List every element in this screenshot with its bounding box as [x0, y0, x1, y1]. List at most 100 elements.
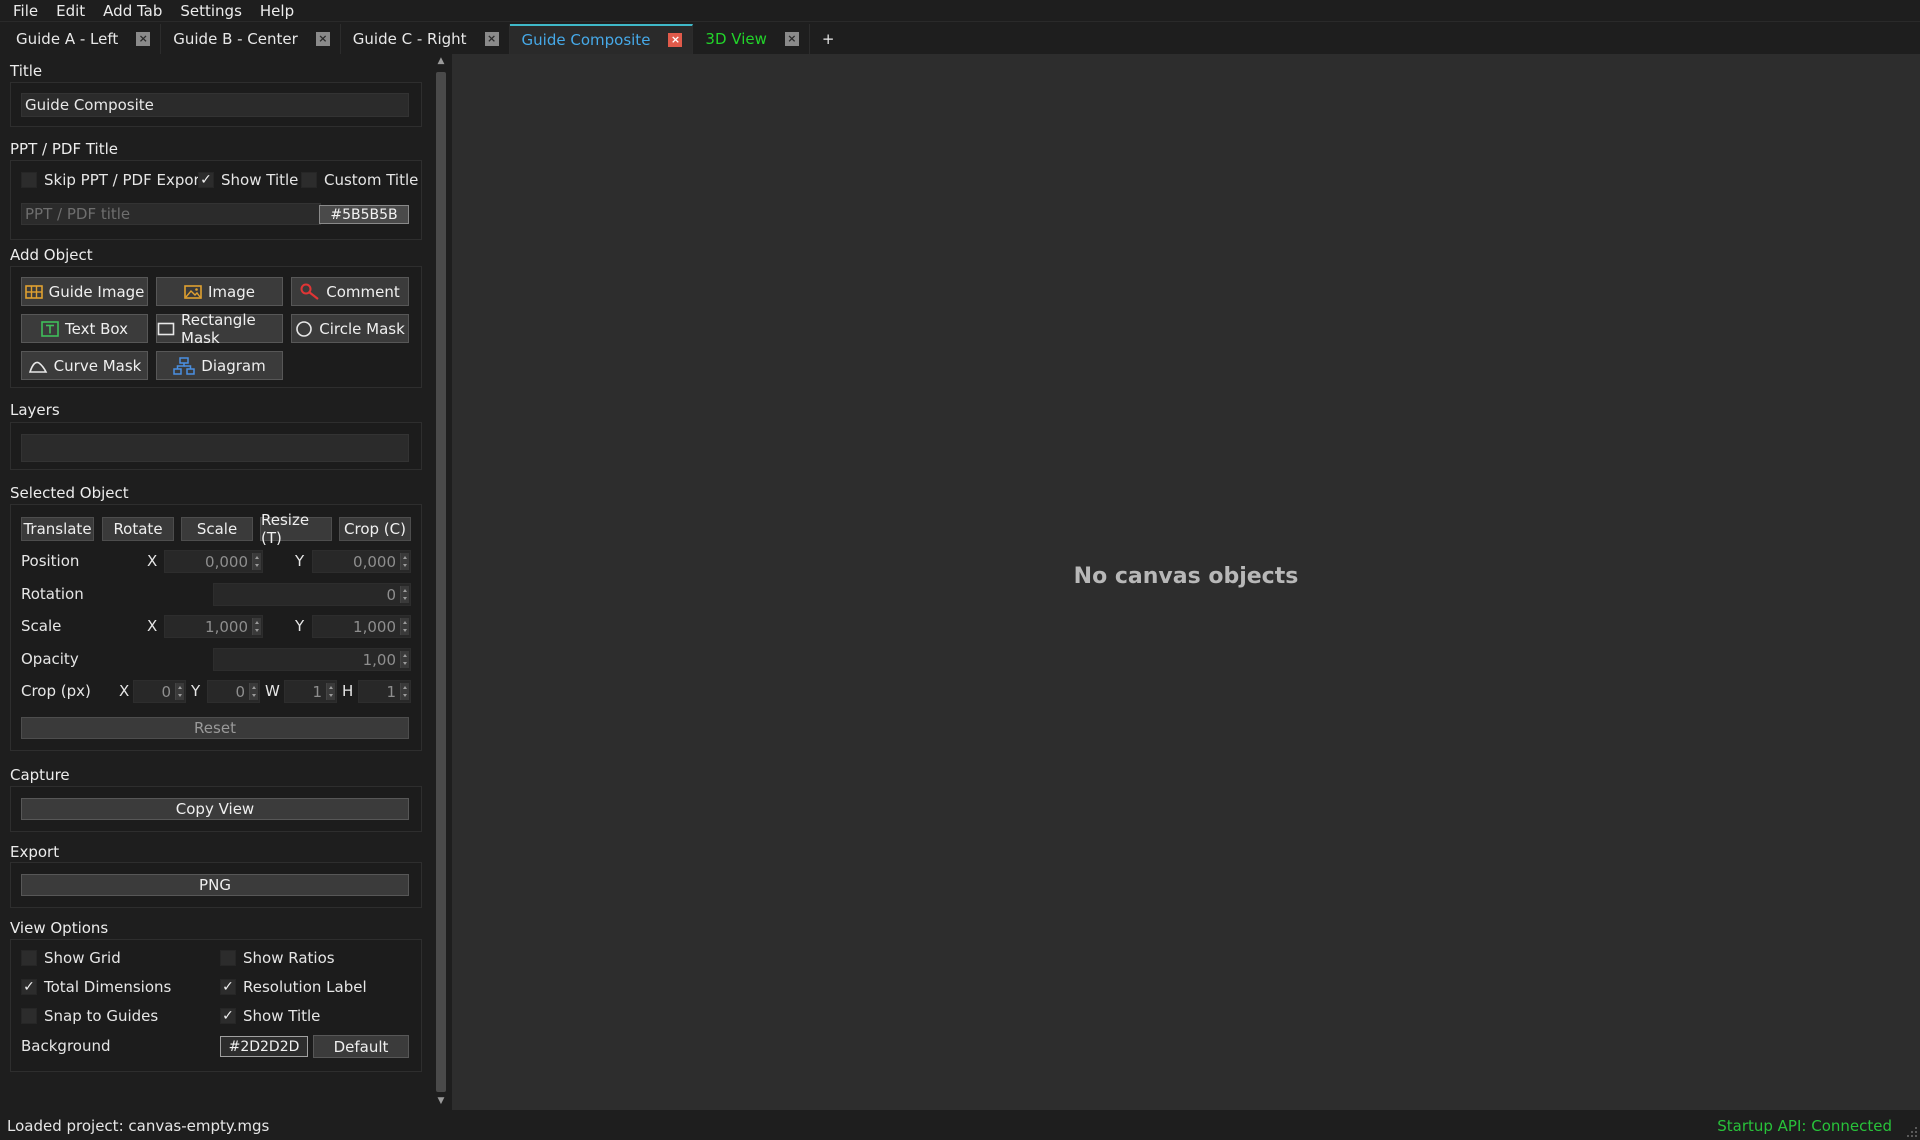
tab-label: 3D View — [705, 30, 767, 48]
axis-w-label: W — [265, 682, 280, 700]
axis-h-label: H — [342, 682, 354, 700]
menu-add-tab[interactable]: Add Tab — [94, 0, 171, 22]
position-x-input[interactable]: 0,000 — [164, 550, 263, 573]
add-diagram-button[interactable]: Diagram — [156, 351, 283, 380]
copy-view-button[interactable]: Copy View — [21, 798, 409, 820]
translate-button[interactable]: Translate — [21, 517, 94, 541]
add-comment-button[interactable]: Comment — [291, 277, 409, 306]
crop-y-input[interactable]: 0 — [207, 680, 260, 703]
add-object-section-label: Add Object — [10, 246, 93, 264]
spin-arrows-icon[interactable] — [252, 618, 261, 635]
show-title-checkbox[interactable]: ✓ Show Title — [198, 171, 298, 189]
spin-arrows-icon[interactable] — [400, 586, 409, 603]
checkbox-label: Show Title — [221, 171, 299, 189]
background-color-button[interactable]: #2D2D2D — [220, 1036, 308, 1057]
checkbox-label: Show Title — [243, 1007, 321, 1025]
crop-h-input[interactable]: 1 — [358, 680, 411, 703]
add-guide-image-button[interactable]: Guide Image — [21, 277, 148, 306]
close-icon[interactable]: × — [784, 32, 799, 46]
resolution-label-checkbox[interactable]: ✓ Resolution Label — [220, 978, 367, 996]
spin-value: 0 — [235, 682, 245, 701]
add-text-box-button[interactable]: Text Box — [21, 314, 148, 343]
spin-arrows-icon[interactable] — [400, 553, 409, 570]
resize-button[interactable]: Resize (T) — [260, 511, 332, 547]
spin-value: 0,000 — [205, 552, 248, 571]
curve-icon — [28, 359, 48, 373]
spin-arrows-icon[interactable] — [400, 683, 409, 700]
button-label: Curve Mask — [53, 356, 142, 375]
menu-edit[interactable]: Edit — [47, 0, 94, 22]
scroll-down-icon[interactable]: ▼ — [435, 1096, 447, 1108]
close-icon[interactable]: × — [484, 32, 499, 46]
button-label: Comment — [326, 282, 400, 301]
spin-arrows-icon[interactable] — [252, 553, 261, 570]
tab-guide-b[interactable]: Guide B - Center × — [161, 24, 341, 54]
skip-export-checkbox[interactable]: Skip PPT / PDF Export — [21, 171, 206, 189]
opacity-input[interactable]: 1,00 — [213, 648, 411, 671]
reset-button[interactable]: Reset — [21, 717, 409, 739]
crop-button[interactable]: Crop (C) — [339, 517, 411, 541]
button-label: Image — [208, 282, 255, 301]
view-show-title-checkbox[interactable]: ✓ Show Title — [220, 1007, 320, 1025]
menu-help[interactable]: Help — [251, 0, 303, 22]
rectangle-icon — [157, 322, 175, 336]
tab-guide-c[interactable]: Guide C - Right × — [341, 24, 510, 54]
add-image-button[interactable]: Image — [156, 277, 283, 306]
close-icon[interactable]: × — [136, 32, 151, 46]
crop-w-input[interactable]: 1 — [284, 680, 337, 703]
spin-arrows-icon[interactable] — [326, 683, 335, 700]
menu-file[interactable]: File — [4, 0, 47, 22]
resize-grip-icon[interactable] — [1904, 1124, 1918, 1138]
axis-x-label: X — [147, 617, 158, 635]
ppt-color-button[interactable]: #5B5B5B — [319, 205, 409, 224]
rotate-button[interactable]: Rotate — [102, 517, 174, 541]
close-icon[interactable]: × — [315, 32, 330, 46]
add-curve-mask-button[interactable]: Curve Mask — [21, 351, 148, 380]
spin-value: 0 — [161, 682, 171, 701]
scrollbar-thumb[interactable] — [436, 72, 446, 1092]
show-ratios-checkbox[interactable]: Show Ratios — [220, 949, 335, 967]
checkbox-box: ✓ — [220, 979, 236, 995]
add-tab-button[interactable]: + — [810, 24, 847, 54]
side-panel-scrollbar[interactable]: ▲ ▼ — [432, 54, 450, 1110]
scale-x-input[interactable]: 1,000 — [164, 615, 263, 638]
ppt-title-input[interactable]: PPT / PDF title — [21, 203, 321, 225]
scroll-up-icon[interactable]: ▲ — [435, 56, 447, 68]
export-png-button[interactable]: PNG — [21, 874, 409, 896]
rotation-input[interactable]: 0 — [213, 583, 411, 606]
spin-value: 1,00 — [362, 650, 396, 669]
title-input[interactable]: Guide Composite — [21, 93, 409, 117]
crop-x-input[interactable]: 0 — [133, 680, 186, 703]
add-rectangle-mask-button[interactable]: Rectangle Mask — [156, 311, 283, 347]
ppt-group: Skip PPT / PDF Export ✓ Show Title Custo… — [10, 160, 422, 240]
spin-arrows-icon[interactable] — [400, 651, 409, 668]
menu-settings[interactable]: Settings — [171, 0, 251, 22]
scale-y-input[interactable]: 1,000 — [312, 615, 411, 638]
status-bar: Loaded project: canvas-empty.mgs Startup… — [0, 1112, 1920, 1140]
snap-to-guides-checkbox[interactable]: Snap to Guides — [21, 1007, 158, 1025]
button-label: Text Box — [65, 319, 128, 338]
circle-icon — [295, 320, 313, 338]
ppt-section-label: PPT / PDF Title — [10, 140, 118, 158]
layers-list[interactable] — [21, 434, 409, 462]
axis-y-label: Y — [295, 552, 305, 570]
tab-guide-a[interactable]: Guide A - Left × — [4, 24, 162, 54]
spin-arrows-icon[interactable] — [400, 618, 409, 635]
position-y-input[interactable]: 0,000 — [312, 550, 411, 573]
axis-y-label: Y — [295, 617, 305, 635]
total-dimensions-checkbox[interactable]: ✓ Total Dimensions — [21, 978, 171, 996]
spin-value: 0 — [386, 585, 396, 604]
crop-label: Crop (px) — [21, 682, 91, 700]
custom-title-checkbox[interactable]: Custom Title — [301, 171, 418, 189]
background-default-button[interactable]: Default — [313, 1035, 409, 1058]
background-label: Background — [21, 1037, 111, 1055]
add-circle-mask-button[interactable]: Circle Mask — [291, 314, 409, 343]
tab-3d-view[interactable]: 3D View × — [693, 24, 810, 54]
tab-guide-composite[interactable]: Guide Composite × — [509, 24, 694, 54]
spin-arrows-icon[interactable] — [249, 683, 258, 700]
canvas-area[interactable]: No canvas objects — [452, 54, 1920, 1110]
show-grid-checkbox[interactable]: Show Grid — [21, 949, 121, 967]
close-icon[interactable]: × — [668, 33, 683, 47]
scale-button[interactable]: Scale — [181, 517, 253, 541]
spin-arrows-icon[interactable] — [175, 683, 184, 700]
